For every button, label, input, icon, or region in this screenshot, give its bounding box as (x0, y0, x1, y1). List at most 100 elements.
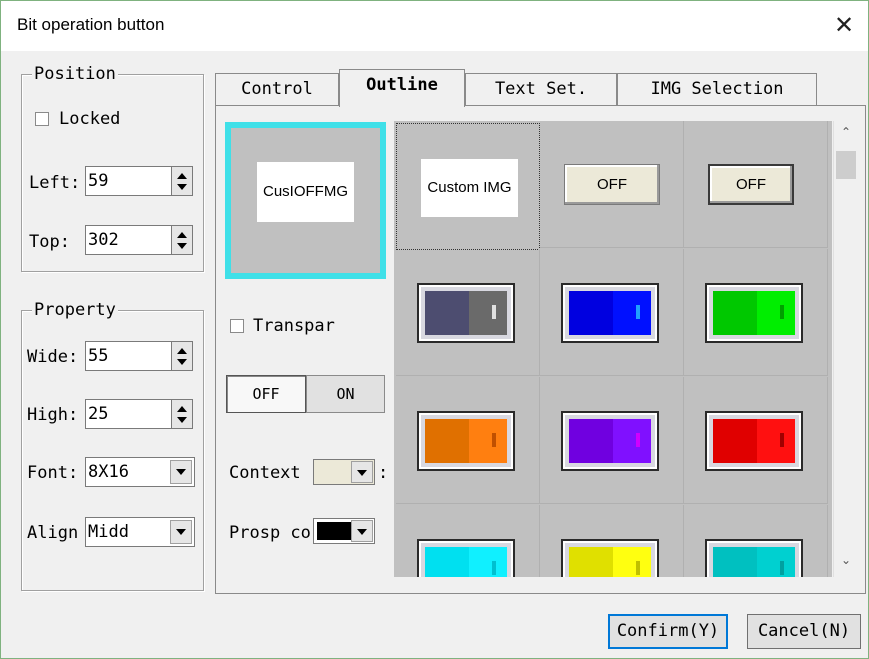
tab-outline[interactable]: Outline (339, 69, 465, 107)
property-legend: Property (32, 300, 118, 320)
toggle-right-half (757, 547, 795, 577)
prosp-color-picker[interactable] (313, 518, 375, 544)
toggle-indicator (780, 433, 784, 447)
gallery-cell-toggle[interactable] (684, 249, 828, 376)
toggle-right-half (613, 419, 651, 463)
outline-gallery: Custom IMG OFF OFF (394, 121, 832, 577)
locked-checkbox[interactable] (35, 112, 49, 126)
gallery-cell-custom[interactable]: Custom IMG (396, 123, 540, 250)
toggle-right-half (469, 547, 507, 577)
prosp-dropdown-icon[interactable] (351, 520, 373, 542)
gallery-cell-toggle[interactable] (396, 505, 540, 577)
toggle-left-half (713, 419, 757, 463)
gallery-cell-toggle[interactable] (396, 377, 540, 504)
toggle-indicator (492, 305, 496, 319)
toggle-switch-thumb (417, 539, 515, 577)
left-value: 59 (88, 171, 109, 191)
title-bar: Bit operation button ✕ (1, 1, 868, 51)
toggle-left-half (425, 419, 469, 463)
tab-control[interactable]: Control (215, 73, 339, 107)
align-value: Midd (88, 522, 129, 542)
align-select[interactable]: Midd (85, 517, 195, 547)
scroll-thumb[interactable] (836, 151, 856, 179)
context-suffix: : (378, 463, 389, 483)
toggle-switch-thumb (561, 411, 659, 471)
toggle-switch-thumb (705, 539, 803, 577)
locked-label: Locked (59, 109, 121, 129)
high-spinner[interactable] (171, 399, 193, 429)
off-style-flat: OFF (564, 164, 660, 205)
position-legend: Position (32, 64, 118, 84)
toggle-right-half (613, 547, 651, 577)
toggle-left-half (713, 291, 757, 335)
cancel-button[interactable]: Cancel(N) (747, 614, 861, 649)
toggle-indicator (780, 305, 784, 319)
toggle-right-half (469, 291, 507, 335)
transparent-label: Transpar (253, 316, 335, 336)
toggle-indicator (492, 561, 496, 575)
gallery-cell-toggle[interactable] (540, 249, 684, 376)
toggle-left-half (569, 419, 613, 463)
toggle-right-half (613, 291, 651, 335)
left-spinner[interactable] (171, 166, 193, 196)
toggle-indicator (780, 561, 784, 575)
wide-spinner[interactable] (171, 341, 193, 371)
toggle-left-half (713, 547, 757, 577)
font-select[interactable]: 8X16 (85, 457, 195, 487)
font-dropdown-icon[interactable] (170, 460, 192, 484)
tab-text-set[interactable]: Text Set. (465, 73, 617, 107)
toggle-switch-thumb (705, 411, 803, 471)
gallery-cell-toggle[interactable] (396, 249, 540, 376)
gallery-cell-off-framed[interactable]: OFF (684, 121, 828, 248)
prosp-color-swatch (317, 522, 351, 540)
context-dropdown-icon[interactable] (351, 461, 373, 483)
toggle-switch-thumb (417, 283, 515, 343)
gallery-cell-off-flat[interactable]: OFF (540, 121, 684, 248)
toggle-right-half (757, 291, 795, 335)
confirm-button[interactable]: Confirm(Y) (608, 614, 728, 649)
font-value: 8X16 (88, 462, 129, 482)
left-label: Left: (29, 173, 81, 193)
state-on-button[interactable]: ON (306, 375, 385, 413)
tab-img-selection[interactable]: IMG Selection (617, 73, 817, 107)
toggle-indicator (492, 433, 496, 447)
toggle-left-half (569, 291, 613, 335)
toggle-switch-thumb (561, 283, 659, 343)
custom-img-thumb: Custom IMG (421, 159, 518, 217)
font-label: Font: (27, 463, 79, 483)
toggle-switch-thumb (705, 283, 803, 343)
off-style-framed: OFF (708, 164, 794, 205)
gallery-cell-toggle[interactable] (684, 377, 828, 504)
gallery-cell-toggle[interactable] (684, 505, 828, 577)
gallery-scrollbar[interactable]: ⌃ ⌄ (833, 121, 857, 577)
top-spinner[interactable] (171, 225, 193, 255)
top-input[interactable]: 302 (85, 225, 171, 255)
transparent-checkbox[interactable] (230, 319, 244, 333)
high-value: 25 (88, 404, 109, 424)
prosp-label: Prosp co (229, 523, 311, 543)
high-label: High: (27, 405, 79, 425)
context-color-picker[interactable] (313, 459, 375, 485)
outline-preview: CusIOFFMG (225, 122, 386, 279)
left-input[interactable]: 59 (85, 166, 171, 196)
wide-input[interactable]: 55 (85, 341, 171, 371)
high-input[interactable]: 25 (85, 399, 171, 429)
top-label: Top: (29, 232, 70, 252)
toggle-left-half (425, 547, 469, 577)
gallery-cell-toggle[interactable] (540, 505, 684, 577)
context-label: Context (229, 463, 301, 483)
align-label: Align (27, 523, 79, 543)
scroll-down-icon[interactable]: ⌄ (834, 553, 858, 573)
toggle-indicator (636, 561, 640, 575)
dialog-window: Bit operation button ✕ Position Locked L… (0, 0, 869, 659)
top-value: 302 (88, 230, 119, 250)
toggle-switch-thumb (417, 411, 515, 471)
wide-label: Wide: (27, 347, 79, 367)
align-dropdown-icon[interactable] (170, 520, 192, 544)
scroll-up-icon[interactable]: ⌃ (834, 125, 858, 145)
gallery-cell-toggle[interactable] (540, 377, 684, 504)
close-icon[interactable]: ✕ (826, 7, 862, 43)
toggle-left-half (425, 291, 469, 335)
toggle-indicator (636, 433, 640, 447)
state-off-button[interactable]: OFF (226, 375, 306, 413)
